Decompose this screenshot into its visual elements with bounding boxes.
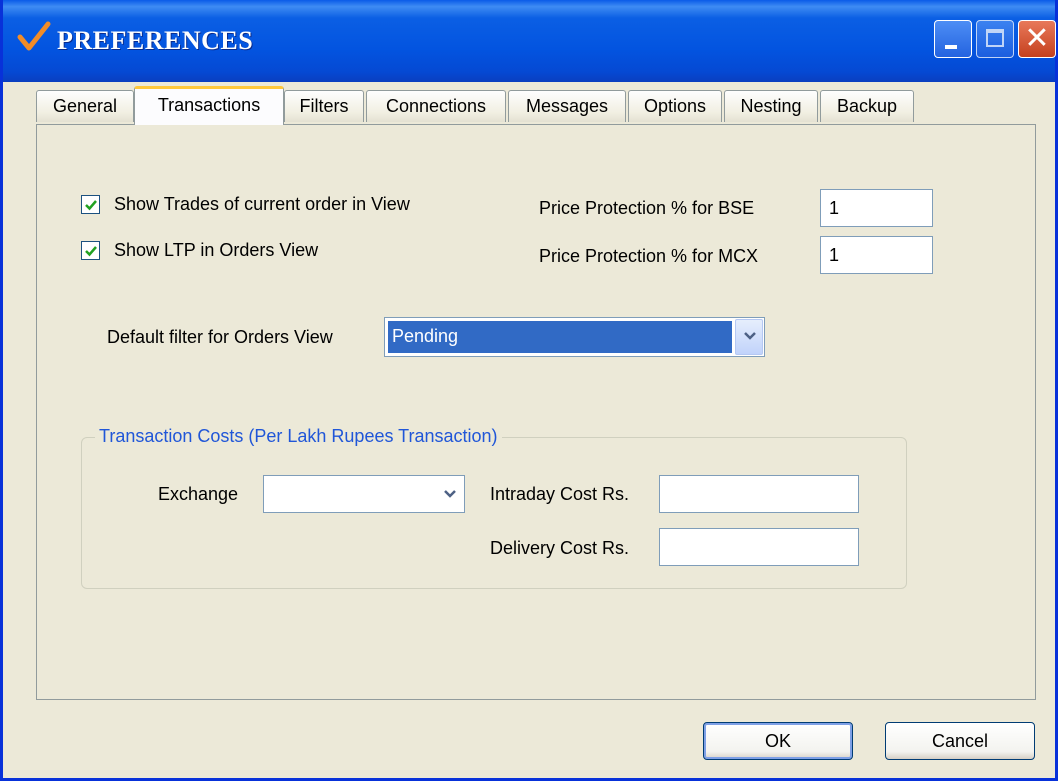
checkmark-icon — [85, 200, 97, 211]
close-icon: ✕ — [1024, 21, 1050, 56]
transaction-costs-group — [81, 437, 907, 589]
tab-filters[interactable]: Filters — [284, 90, 364, 122]
delivery-cost-input[interactable] — [659, 528, 859, 566]
title-bar[interactable]: PREFERENCES ✕ — [3, 0, 1056, 82]
tab-backup[interactable]: Backup — [820, 90, 914, 122]
checkmark-icon — [85, 246, 97, 257]
exchange-dropdown-button[interactable] — [435, 477, 463, 511]
show-ltp-label: Show LTP in Orders View — [114, 240, 319, 260]
show-trades-label: Show Trades of current order in View — [114, 194, 410, 214]
close-button[interactable]: ✕ — [1018, 20, 1056, 58]
default-filter-label: Default filter for Orders View — [107, 327, 333, 347]
chevron-down-icon — [444, 490, 456, 498]
show-ltp-row: Show LTP in Orders View — [81, 240, 318, 261]
tab-options[interactable]: Options — [628, 90, 722, 122]
default-filter-value: Pending — [388, 321, 732, 353]
tab-connections[interactable]: Connections — [366, 90, 506, 122]
intraday-cost-input[interactable] — [659, 475, 859, 513]
minimize-button[interactable] — [934, 20, 972, 58]
maximize-button[interactable] — [976, 20, 1014, 58]
tab-nesting[interactable]: Nesting — [724, 90, 818, 122]
price-bse-label: Price Protection % for BSE — [539, 198, 755, 218]
intraday-cost-label: Intraday Cost Rs. — [490, 484, 630, 504]
delivery-cost-label: Delivery Cost Rs. — [490, 538, 630, 558]
price-bse-input[interactable]: 1 — [820, 189, 933, 227]
exchange-label: Exchange — [158, 484, 239, 504]
price-mcx-input[interactable]: 1 — [820, 236, 933, 274]
default-filter-dropdown-button[interactable] — [735, 319, 763, 355]
show-ltp-checkbox[interactable] — [81, 241, 100, 260]
tab-transactions[interactable]: Transactions — [134, 86, 284, 125]
chevron-down-icon — [744, 332, 756, 340]
show-trades-checkbox[interactable] — [81, 195, 100, 214]
preferences-window: PREFERENCES ✕ General Transactions Filte… — [0, 0, 1058, 781]
minimize-icon — [945, 45, 957, 49]
cancel-button[interactable]: Cancel — [885, 722, 1035, 760]
tab-messages[interactable]: Messages — [508, 90, 626, 122]
show-trades-row: Show Trades of current order in View — [81, 194, 410, 215]
window-title: PREFERENCES — [57, 26, 254, 55]
transaction-costs-title: Transaction Costs (Per Lakh Rupees Trans… — [95, 426, 502, 447]
default-filter-select[interactable]: Pending — [384, 317, 765, 357]
tab-general[interactable]: General — [36, 90, 134, 122]
checkmark-icon — [17, 21, 51, 51]
exchange-select[interactable] — [263, 475, 465, 513]
ok-button[interactable]: OK — [703, 722, 853, 760]
price-mcx-label: Price Protection % for MCX — [539, 246, 759, 266]
maximize-icon — [986, 29, 1004, 47]
